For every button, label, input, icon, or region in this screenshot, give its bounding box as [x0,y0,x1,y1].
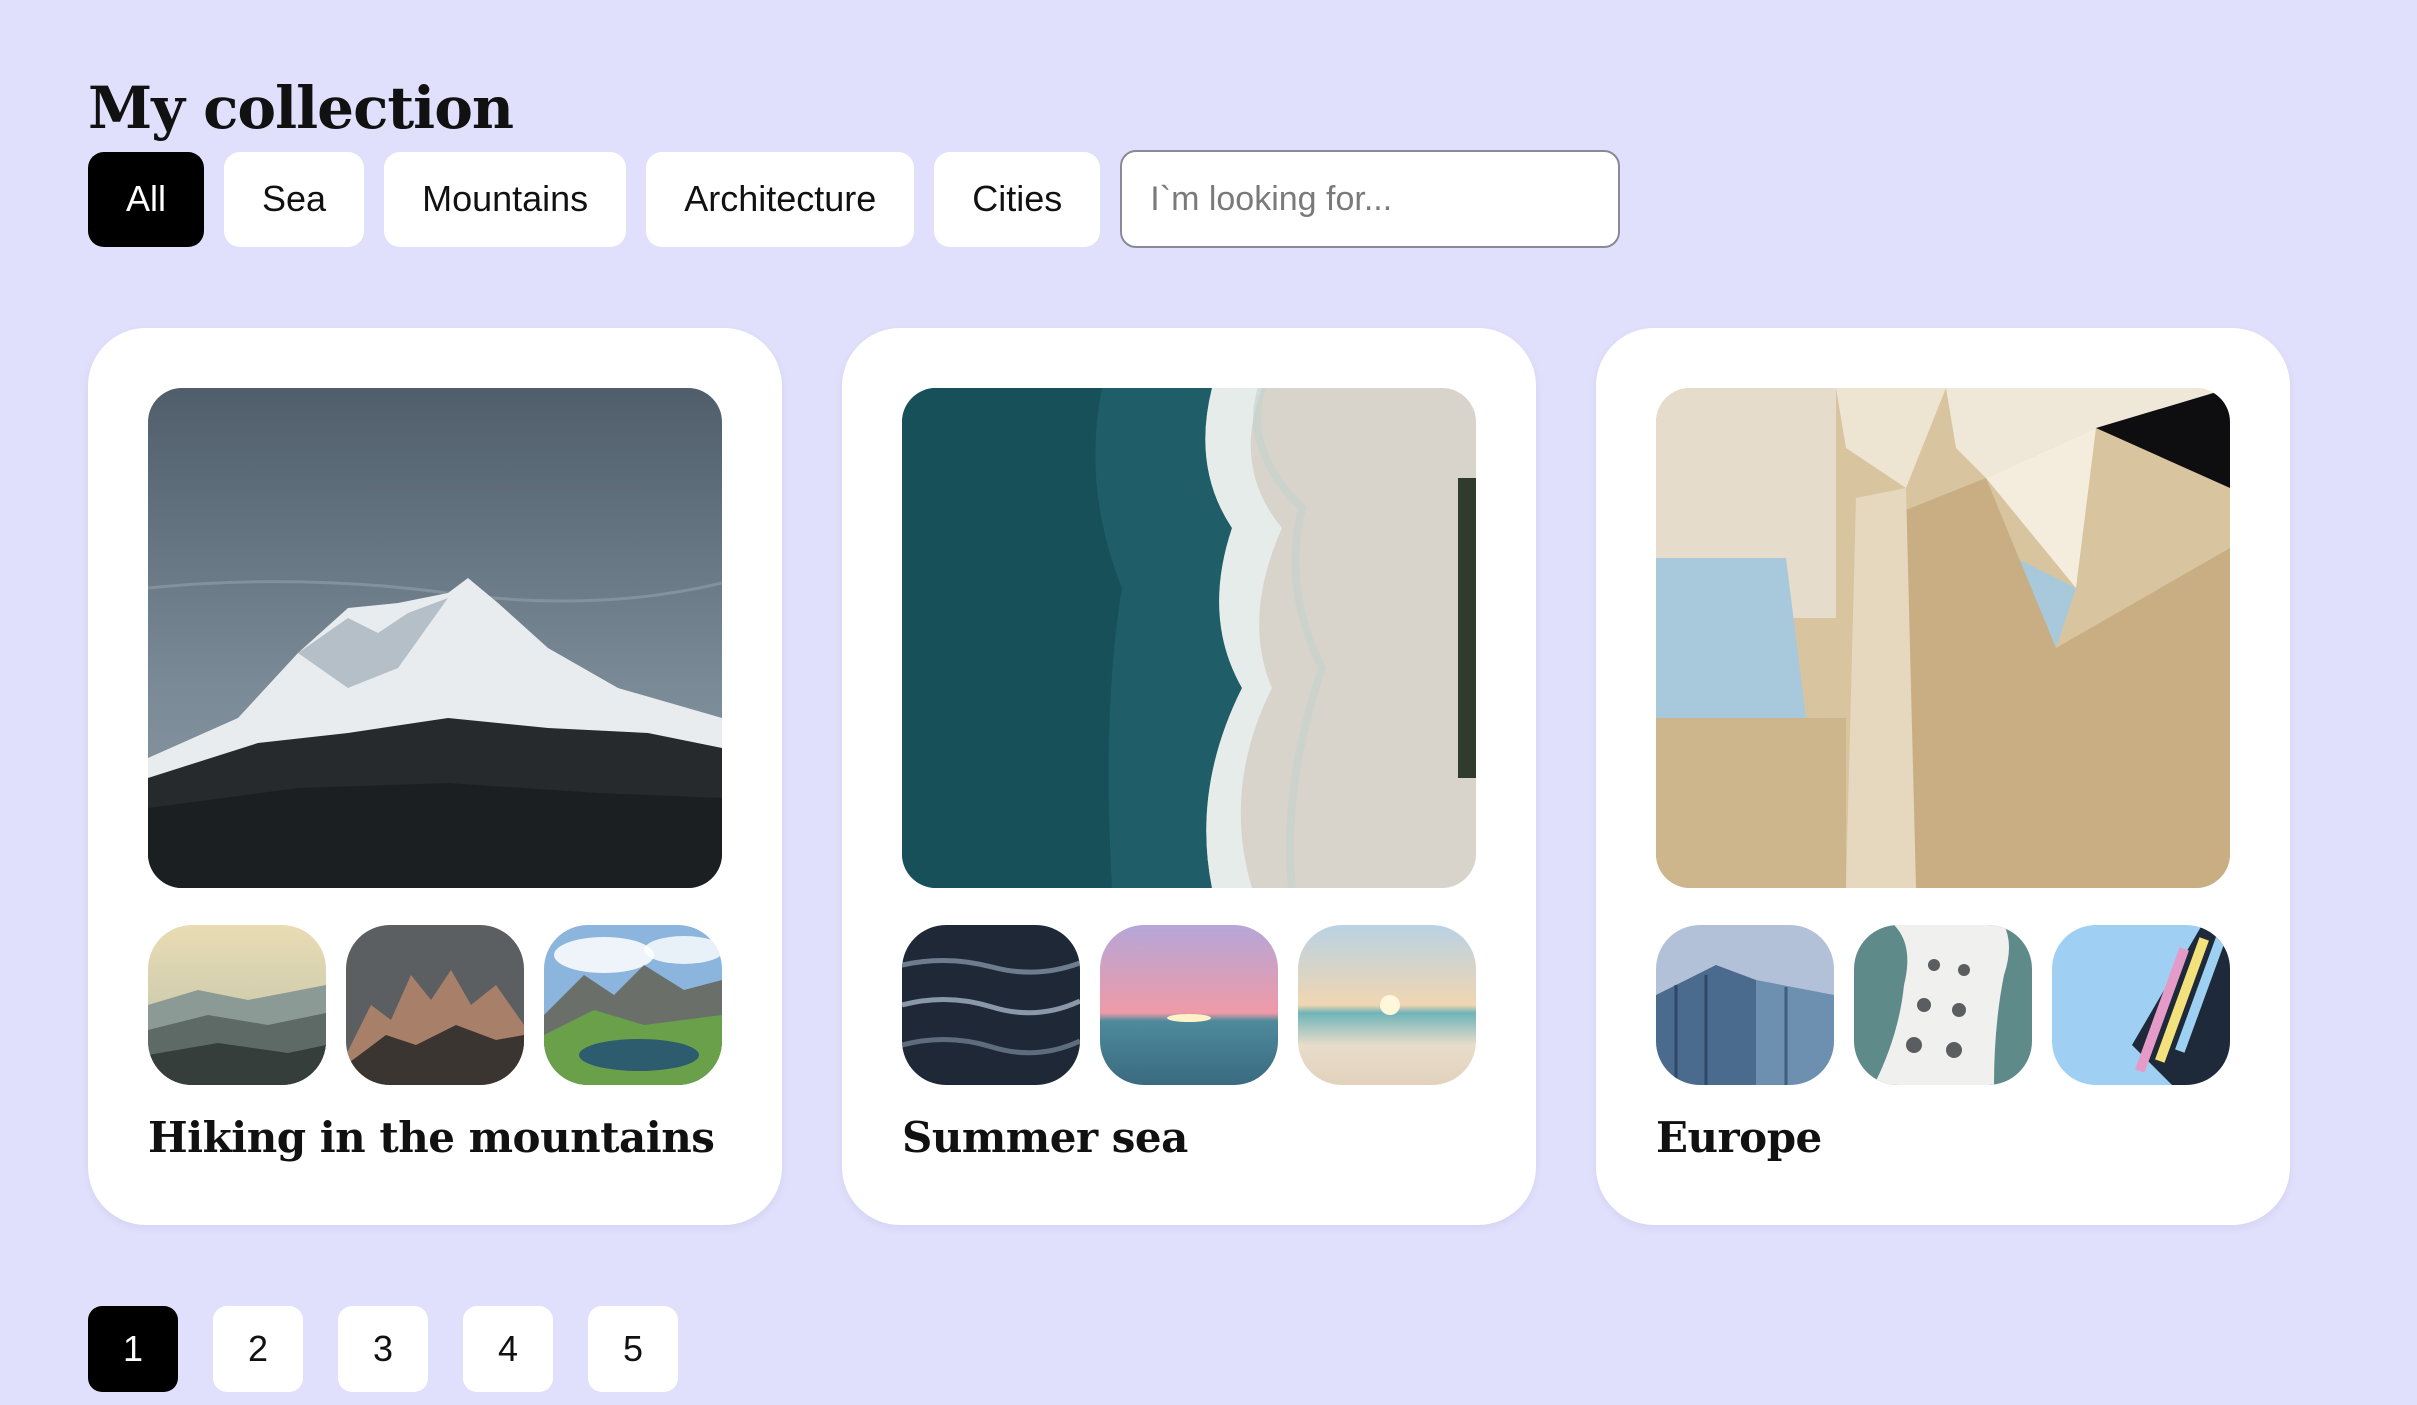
card-thumbnails [1656,925,2230,1085]
thumbnail-image[interactable] [346,925,524,1085]
thumbnail-image[interactable] [148,925,326,1085]
card-title: Hiking in the mountains [148,1113,715,1162]
thumbnail-image[interactable] [1854,925,2032,1085]
card-hero-image [148,388,722,888]
collection-card-sea[interactable]: Summer sea [842,328,1536,1225]
collection-card-mountains[interactable]: Hiking in the mountains [88,328,782,1225]
card-hero-image [1656,388,2230,888]
filter-chip-sea[interactable]: Sea [224,151,365,247]
page-title: My collection [88,74,514,142]
card-hero-image [902,388,1476,888]
thumbnail-image[interactable] [1656,925,1834,1085]
filter-chip-architecture[interactable]: Architecture [646,151,915,247]
thumbnail-image[interactable] [1298,925,1476,1085]
thumbnail-image[interactable] [902,925,1080,1085]
filter-chip-mountains[interactable]: Mountains [384,151,627,247]
collection-grid: Hiking in the mountains Summer sea Europ… [88,328,2290,1225]
card-title: Summer sea [902,1113,1188,1162]
thumbnail-image[interactable] [2052,925,2230,1085]
page-button-2[interactable]: 2 [213,1306,303,1392]
card-thumbnails [902,925,1476,1085]
filter-chip-all[interactable]: All [88,151,205,247]
collection-card-europe[interactable]: Europe [1596,328,2290,1225]
page-button-4[interactable]: 4 [463,1306,553,1392]
thumbnail-image[interactable] [544,925,722,1085]
page-button-3[interactable]: 3 [338,1306,428,1392]
filter-bar: All Sea Mountains Architecture Cities [88,150,1621,248]
card-thumbnails [148,925,722,1085]
page-button-1[interactable]: 1 [88,1306,178,1392]
page-button-5[interactable]: 5 [588,1306,678,1392]
filter-chip-cities[interactable]: Cities [934,151,1101,247]
pagination: 1 2 3 4 5 [88,1306,678,1392]
search-input[interactable] [1120,150,1621,248]
thumbnail-image[interactable] [1100,925,1278,1085]
card-title: Europe [1656,1113,1822,1162]
